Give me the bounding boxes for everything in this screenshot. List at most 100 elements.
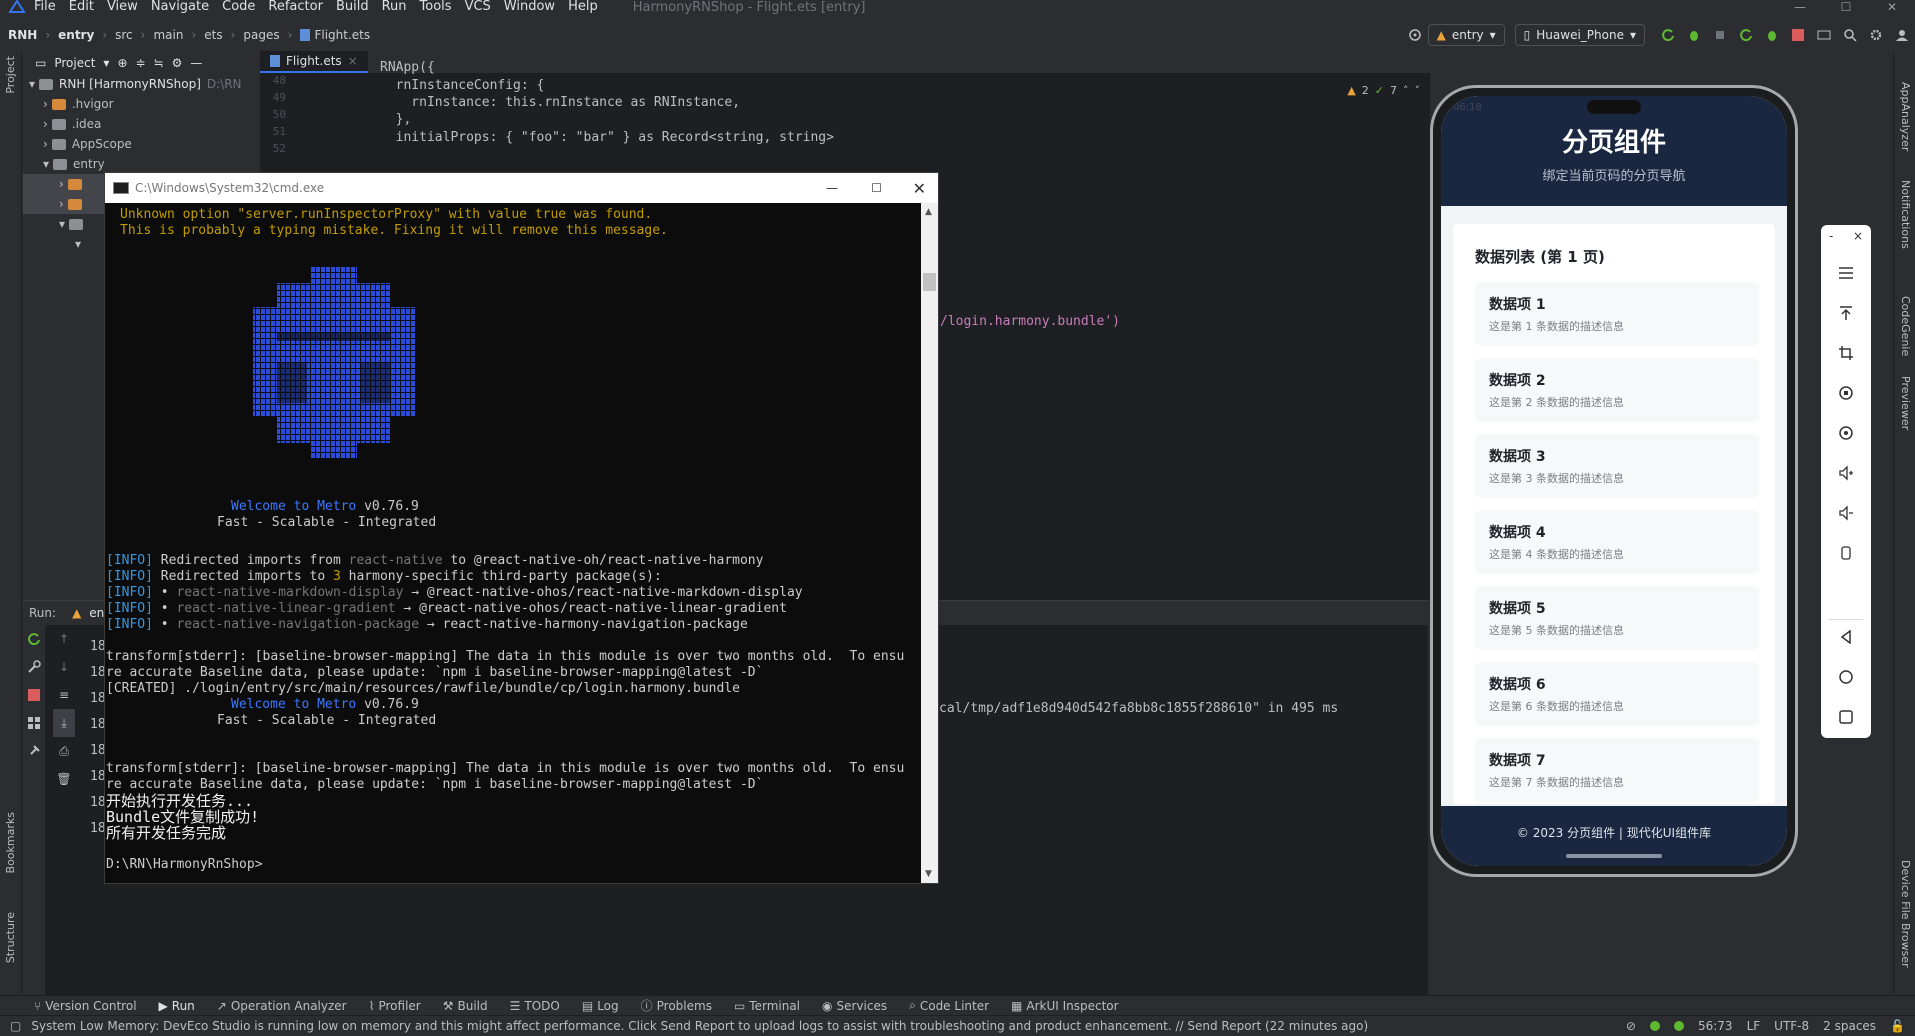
arrow-down-icon[interactable]: ↓ [53,653,75,681]
pin-icon[interactable] [23,737,45,765]
file-encoding[interactable]: UTF-8 [1774,1019,1809,1033]
indent-setting[interactable]: 2 spaces [1823,1019,1876,1033]
expand-panel-icon[interactable]: ▢ [10,1019,21,1033]
crumb-ets[interactable]: ets [204,28,222,42]
tab-terminal[interactable]: ▭ Terminal [734,999,800,1013]
volume-down-icon[interactable] [1834,501,1858,525]
tab-services[interactable]: ◉ Services [822,999,887,1013]
menu-refactor[interactable]: Refactor [268,0,323,14]
cmd-window[interactable]: C:\Windows\System32\cmd.exe — ☐ ✕ Unknow… [104,172,939,884]
clear-all-icon[interactable]: 🗑 [53,765,75,793]
menu-view[interactable]: View [107,0,138,14]
structure-tool-tab[interactable]: Structure [4,912,17,963]
tab-build[interactable]: ⚒ Build [443,999,488,1013]
shake-icon[interactable] [1834,541,1858,565]
home-indicator[interactable] [1566,854,1662,858]
crumb-project[interactable]: RNH [8,28,37,42]
tree-item[interactable]: › .hvigor [23,94,260,114]
rotate-icon[interactable] [1834,381,1858,405]
menu-help[interactable]: Help [568,0,598,14]
rotate-ccw-icon[interactable] [1834,421,1858,445]
target-icon[interactable] [1402,21,1428,49]
soft-wrap-icon[interactable]: ≡ [53,681,75,709]
menu-edit[interactable]: Edit [69,0,94,14]
print-icon[interactable]: ⎙ [53,737,75,765]
tab-operation-analyzer[interactable]: ↗ Operation Analyzer [217,999,347,1013]
attach-debugger-icon[interactable] [1707,21,1733,49]
close-tab-icon[interactable]: × [348,54,358,68]
menu-icon[interactable] [1834,261,1858,285]
appanalyzer-tool-tab[interactable]: AppAnalyzer [1899,82,1912,151]
crumb-file[interactable]: Flight.ets [300,28,370,42]
crumb-pages[interactable]: pages [243,28,279,42]
no-sync-icon[interactable]: ⊘ [1626,1019,1636,1033]
project-view-dropdown[interactable]: Project [54,56,95,70]
tab-flight-ets[interactable]: Flight.ets × [260,51,368,73]
line-separator[interactable]: LF [1747,1019,1761,1033]
options-gear-icon[interactable]: ⚙ [172,56,183,70]
hide-panel-icon[interactable]: — [190,56,202,70]
profile-icon[interactable] [1759,21,1785,49]
run-config-dropdown[interactable]: ▲ entry ▾ [1427,24,1505,46]
chevron-up-icon[interactable]: ˄ [1403,84,1409,97]
inspection-widget[interactable]: ▲ 2 ✓ 7 ˄ ˅ [1347,84,1420,97]
project-tool-tab[interactable]: Project [4,56,17,94]
back-icon[interactable] [1834,625,1858,649]
codegenie-tool-tab[interactable]: CodeGenie [1899,296,1912,356]
previewer-tool-tab[interactable]: Previewer [1899,376,1912,430]
menu-navigate[interactable]: Navigate [151,0,209,14]
cursor-position[interactable]: 56:73 [1698,1019,1733,1033]
list-item[interactable]: 数据项 5 这是第 5 条数据的描述信息 [1475,586,1759,650]
list-item[interactable]: 数据项 1 这是第 1 条数据的描述信息 [1475,282,1759,346]
locate-icon[interactable]: ⊕ [117,56,127,70]
tab-code-linter[interactable]: ⌕ Code Linter [909,998,989,1013]
close-icon[interactable]: ✕ [1869,0,1915,14]
lock-icon[interactable]: 🔓 [1890,1019,1905,1033]
cmd-minimize-icon[interactable]: — [826,181,838,195]
tree-item[interactable]: › .idea [23,114,260,134]
crumb-src[interactable]: src [115,28,133,42]
list-item[interactable]: 数据项 3 这是第 3 条数据的描述信息 [1475,434,1759,498]
rerun-icon[interactable] [23,625,45,653]
rerun-icon[interactable] [1655,21,1681,49]
menu-code[interactable]: Code [222,0,255,14]
cmd-close-icon[interactable]: ✕ [913,179,926,198]
tree-root[interactable]: ▾ RNH [HarmonyRNShop] D:\RN [23,74,260,94]
run-tab-entry[interactable]: en [89,606,104,620]
tree-item[interactable]: › AppScope [23,134,260,154]
status-message[interactable]: System Low Memory: DevEco Studio is runn… [31,1019,1368,1033]
device-manager-icon[interactable] [1811,21,1837,49]
scroll-to-end-icon[interactable]: ⤓ [53,709,75,737]
console-prompt[interactable]: D:\RN\HarmonyRnShop> [106,857,263,873]
volume-up-icon[interactable] [1834,461,1858,485]
emulator-minimize-icon[interactable]: - [1829,229,1833,243]
crop-screenshot-icon[interactable] [1834,341,1858,365]
cmd-titlebar[interactable]: C:\Windows\System32\cmd.exe — ☐ ✕ [105,173,938,203]
menu-window[interactable]: Window [504,0,555,14]
emulator-close-icon[interactable]: × [1853,229,1863,243]
crumb-main[interactable]: main [153,28,183,42]
tab-log[interactable]: ▤ Log [582,999,619,1013]
list-item[interactable]: 数据项 2 这是第 2 条数据的描述信息 [1475,358,1759,422]
search-icon[interactable] [1837,21,1863,49]
pin-top-icon[interactable] [1834,301,1858,325]
menu-file[interactable]: File [34,0,56,14]
maximize-icon[interactable]: ☐ [1823,0,1869,14]
device-file-browser-tab[interactable]: Device File Browser [1899,860,1912,968]
crumb-module[interactable]: entry [58,28,94,42]
tab-todo[interactable]: ☰ TODO [510,999,560,1013]
wrench-icon[interactable] [23,653,45,681]
tree-item-entry[interactable]: ▾ entry [23,154,260,174]
menu-run[interactable]: Run [382,0,407,14]
expand-all-icon[interactable]: ≑ [136,56,146,70]
menu-tools[interactable]: Tools [420,0,452,14]
cmd-maximize-icon[interactable]: ☐ [871,181,882,195]
list-item[interactable]: 数据项 7 这是第 7 条数据的描述信息 [1475,738,1759,802]
device-dropdown[interactable]: ▯ Huawei_Phone ▾ [1514,24,1645,46]
collapse-all-icon[interactable]: ≒ [154,56,164,70]
list-item[interactable]: 数据项 4 这是第 4 条数据的描述信息 [1475,510,1759,574]
account-icon[interactable] [1889,21,1915,49]
tab-problems[interactable]: ⓘ Problems [641,997,712,1014]
phone-screen[interactable]: 06:18 分页组件 绑定当前页码的分页导航 数据列表 (第 1 页) 数据项 … [1441,96,1787,866]
tab-run[interactable]: ▶ Run [159,999,195,1013]
